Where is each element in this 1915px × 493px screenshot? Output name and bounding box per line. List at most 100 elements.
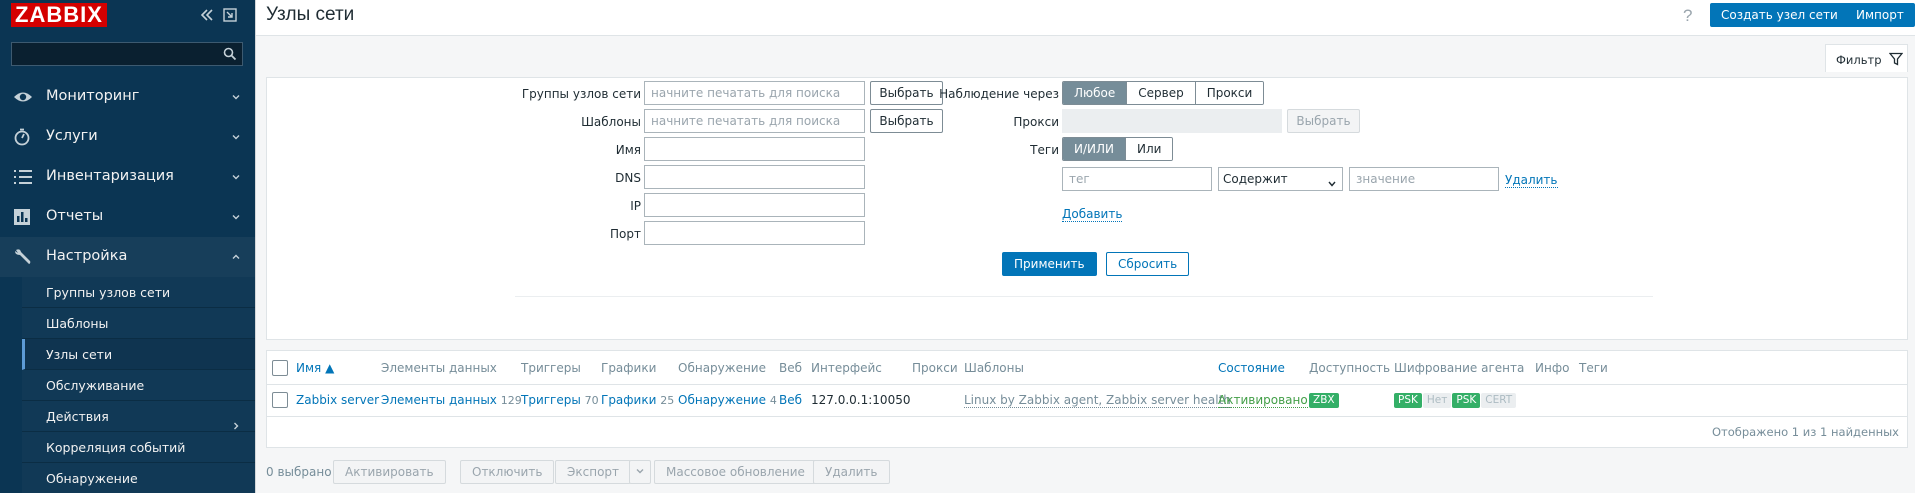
host-groups-select-button[interactable]: Выбрать	[870, 81, 943, 105]
export-button[interactable]: Экспорт	[555, 460, 632, 484]
ip-label: IP	[630, 199, 641, 213]
column-header-triggers: Триггеры	[521, 361, 581, 375]
delete-button[interactable]: Удалить	[813, 460, 890, 484]
column-header-web: Веб	[779, 361, 803, 375]
encryption-psk-badge: PSK	[1452, 393, 1481, 408]
filter-tab[interactable]: Фильтр	[1825, 44, 1908, 72]
submenu-event-correlation[interactable]: Корреляция событий	[22, 432, 255, 463]
mass-update-button[interactable]: Массовое обновление	[654, 460, 817, 484]
menu-inventory[interactable]: Инвентаризация	[0, 157, 255, 197]
discovery-link[interactable]: Обнаружение	[678, 393, 766, 407]
menu-reports[interactable]: Отчеты	[0, 197, 255, 237]
apply-filter-button[interactable]: Применить	[1002, 252, 1097, 276]
tag-operator-select[interactable]: Содержит	[1218, 167, 1343, 191]
remove-tag-link[interactable]: Удалить	[1505, 173, 1558, 188]
web-link[interactable]: Веб	[779, 393, 802, 407]
chevron-down-icon	[231, 210, 241, 226]
results-count: Отображено 1 из 1 найденных	[1711, 425, 1899, 439]
submenu-label: Шаблоны	[46, 316, 109, 331]
status-toggle-link[interactable]: Активировано	[1218, 393, 1308, 408]
kiosk-mode-icon[interactable]	[222, 7, 238, 23]
create-host-button[interactable]: Создать узел сети	[1710, 3, 1849, 27]
host-name-link[interactable]: Zabbix server	[296, 393, 379, 407]
menu-label: Мониторинг	[46, 88, 140, 104]
monitored-by-toggle: Любое Сервер Прокси	[1062, 81, 1265, 105]
help-icon[interactable]: ?	[1683, 6, 1692, 26]
tags-operator-and-or[interactable]: И/ИЛИ	[1063, 138, 1126, 160]
graphs-count: 25	[660, 394, 675, 407]
bar-chart-icon	[13, 208, 33, 226]
name-label: Имя	[615, 143, 641, 157]
page-title: Узлы сети	[266, 4, 355, 25]
tags-operator-toggle: И/ИЛИ Или	[1062, 137, 1174, 161]
tag-operator-value: Содержит	[1223, 172, 1288, 186]
zabbix-logo[interactable]: ZABBIX	[11, 3, 107, 27]
chevron-down-icon	[231, 90, 241, 106]
column-header-interface: Интерфейс	[811, 361, 882, 375]
import-button[interactable]: Импорт	[1845, 3, 1915, 27]
submenu-actions[interactable]: Действия	[22, 401, 255, 432]
graphs-link[interactable]: Графики	[601, 393, 656, 407]
filter-divider	[515, 296, 1653, 297]
submenu-host-groups[interactable]: Группы узлов сети	[22, 277, 255, 308]
column-header-info: Инфо	[1535, 361, 1570, 375]
tags-operator-or[interactable]: Или	[1126, 138, 1173, 160]
menu-configuration[interactable]: Настройка	[0, 237, 255, 277]
export-dropdown-button[interactable]	[629, 460, 651, 484]
monitored-by-proxy[interactable]: Прокси	[1195, 82, 1264, 104]
submenu-label: Группы узлов сети	[46, 285, 171, 300]
column-header-tags: Теги	[1579, 361, 1608, 375]
add-tag-link[interactable]: Добавить	[1062, 207, 1123, 222]
port-input[interactable]	[644, 221, 865, 245]
sidebar: ZABBIX Мониторинг Услуги Инвентаризация	[0, 0, 255, 493]
zbx-availability-badge[interactable]: ZBX	[1309, 393, 1339, 408]
sidebar-search-input[interactable]	[12, 43, 212, 65]
templates-link[interactable]: Linux by Zabbix agent, Zabbix server hea…	[964, 393, 1231, 408]
menu-monitoring[interactable]: Мониторинг	[0, 77, 255, 117]
configuration-submenu: Группы узлов сети Шаблоны Узлы сети Обсл…	[22, 277, 255, 493]
disable-button[interactable]: Отключить	[460, 460, 555, 484]
submenu-discovery[interactable]: Обнаружение	[22, 463, 255, 493]
submenu-label: Корреляция событий	[46, 440, 186, 455]
submenu-hosts[interactable]: Узлы сети	[22, 339, 255, 370]
monitored-by-label: Наблюдение через	[939, 87, 1059, 101]
host-groups-input[interactable]	[644, 81, 865, 105]
menu-services[interactable]: Услуги	[0, 117, 255, 157]
menu-label: Отчеты	[46, 208, 104, 224]
proxy-select-button: Выбрать	[1287, 109, 1360, 133]
selected-count: 0 выбрано	[266, 465, 332, 479]
discovery-cell: Обнаружение 4	[678, 393, 777, 407]
list-icon	[13, 168, 33, 186]
column-header-name[interactable]: Имя ▲	[296, 361, 334, 375]
column-header-status[interactable]: Состояние	[1218, 361, 1285, 375]
tag-input[interactable]	[1062, 167, 1212, 191]
port-label: Порт	[610, 227, 641, 241]
column-header-encryption: Шифрование агента	[1394, 361, 1525, 375]
items-link[interactable]: Элементы данных	[381, 393, 497, 407]
dns-input[interactable]	[644, 165, 865, 189]
name-input[interactable]	[644, 137, 865, 161]
column-header-discovery: Обнаружение	[678, 361, 766, 375]
enable-button[interactable]: Активировать	[333, 460, 446, 484]
ip-input[interactable]	[644, 193, 865, 217]
row-checkbox[interactable]	[272, 392, 288, 408]
column-header-proxy: Прокси	[912, 361, 958, 375]
collapse-sidebar-icon[interactable]	[199, 7, 215, 23]
tag-value-input[interactable]	[1349, 167, 1499, 191]
monitored-by-any[interactable]: Любое	[1063, 82, 1128, 104]
stopwatch-icon	[13, 128, 33, 146]
triggers-link[interactable]: Триггеры	[521, 393, 581, 407]
proxy-label: Прокси	[1013, 115, 1059, 129]
monitored-by-server[interactable]: Сервер	[1127, 82, 1196, 104]
submenu-templates[interactable]: Шаблоны	[22, 308, 255, 339]
submenu-label: Узлы сети	[46, 347, 113, 362]
menu-label: Услуги	[46, 128, 98, 144]
templates-input[interactable]	[644, 109, 865, 133]
templates-select-button[interactable]: Выбрать	[870, 109, 943, 133]
submenu-maintenance[interactable]: Обслуживание	[22, 370, 255, 401]
search-icon[interactable]	[223, 47, 237, 64]
templates-label: Шаблоны	[581, 115, 641, 129]
discovery-count: 4	[769, 394, 777, 407]
select-all-checkbox[interactable]	[272, 360, 288, 376]
reset-filter-button[interactable]: Сбросить	[1106, 252, 1190, 276]
